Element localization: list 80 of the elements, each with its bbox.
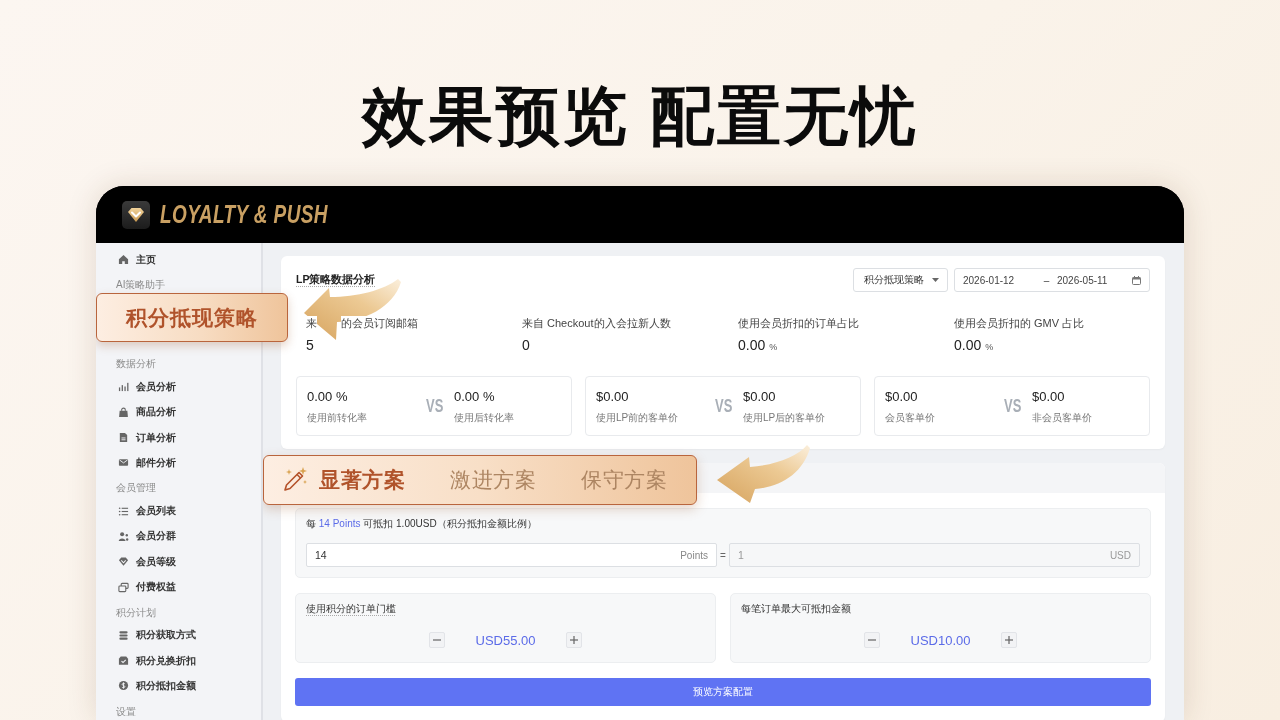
diamond-icon bbox=[118, 556, 129, 568]
sidebar-section-label: 会员管理 bbox=[115, 481, 157, 496]
mail-icon bbox=[118, 457, 129, 469]
increment-button[interactable] bbox=[566, 632, 582, 648]
vs-label: VS bbox=[1004, 395, 1022, 417]
sidebar-item[interactable]: 邮件分析 bbox=[96, 450, 261, 476]
limit-label: 使用积分的订单门槛 bbox=[306, 602, 396, 616]
sidebar-section-label: 数据分析 bbox=[115, 357, 157, 372]
metric-label: 使用后转化率 bbox=[454, 410, 514, 424]
stack-icon bbox=[118, 629, 129, 641]
ratio-description: 每 14 Points 可抵扣 1.00USD（积分抵扣金额比例） bbox=[306, 517, 538, 531]
plus-icon bbox=[1005, 636, 1013, 644]
caret-icon bbox=[932, 278, 939, 282]
metric-value: $0.00 bbox=[596, 388, 629, 405]
stat-label: 使用会员折扣的订单占比 bbox=[738, 316, 859, 330]
metric-value: $0.00 bbox=[1032, 388, 1065, 405]
coin-icon bbox=[118, 680, 129, 692]
headline: 效果预览 配置无忧 bbox=[361, 80, 919, 152]
metric-value: $0.00 bbox=[743, 388, 776, 405]
bar-chart-icon bbox=[118, 381, 129, 393]
sidebar-item[interactable]: 主页 bbox=[96, 247, 261, 273]
stat-label: 来 bbox=[306, 316, 317, 330]
list-icon bbox=[118, 505, 129, 517]
stat-value: 5 bbox=[306, 336, 315, 354]
metric-label: 会员客单价 bbox=[885, 410, 935, 424]
users-icon bbox=[118, 530, 129, 542]
sidebar-item[interactable]: 积分兑换折扣 bbox=[96, 647, 261, 674]
vs-label: VS bbox=[715, 395, 733, 417]
date-range-field[interactable]: 2026-01-12 – 2026-05-11 bbox=[954, 268, 1150, 292]
metric-label: 使用LP前的客单价 bbox=[596, 410, 679, 424]
sidebar-item[interactable]: 会员分群 bbox=[96, 523, 261, 550]
document-icon bbox=[118, 432, 129, 444]
sidebar-section-label: 积分计划 bbox=[115, 605, 157, 620]
sidebar-item[interactable]: 会员等级 bbox=[96, 549, 261, 575]
magic-pencil-icon bbox=[281, 466, 309, 494]
highlighted-menu-item[interactable]: 积分抵现策略 bbox=[96, 293, 288, 343]
stat-value: 0.00 % bbox=[954, 336, 995, 354]
minus-icon bbox=[868, 636, 876, 644]
preview-button[interactable]: 预览方案配置 bbox=[295, 678, 1151, 706]
home-icon bbox=[118, 254, 129, 266]
stat-label: 使用会员折扣的 GMV 占比 bbox=[954, 316, 1085, 330]
sidebar-item[interactable]: 积分抵扣金额 bbox=[96, 673, 261, 699]
stat-value: 0 bbox=[522, 336, 531, 354]
equals-sign: = bbox=[719, 549, 727, 561]
sidebar-item[interactable]: 积分获取方式 bbox=[96, 622, 261, 648]
plus-icon bbox=[570, 636, 578, 644]
logo-text: LOYALTY & PUSH bbox=[160, 200, 328, 229]
box-check-icon bbox=[118, 655, 129, 667]
sidebar-item[interactable]: 会员列表 bbox=[96, 498, 261, 524]
bag-icon bbox=[118, 406, 129, 418]
strategy-dropdown[interactable]: 积分抵现策略 bbox=[853, 268, 948, 292]
logo-icon bbox=[122, 200, 150, 229]
sidebar-section-label: 设置 bbox=[115, 704, 137, 719]
stat-label: 的会员订阅邮箱 bbox=[341, 316, 418, 330]
vs-label: VS bbox=[426, 395, 444, 417]
calendar-icon bbox=[1132, 275, 1141, 285]
sidebar-item[interactable]: 商品分析 bbox=[96, 399, 261, 425]
minus-icon bbox=[433, 636, 441, 644]
metric-value: 0.00 % bbox=[454, 388, 495, 405]
limit-label: 每笔订单最大可抵扣金额 bbox=[741, 602, 851, 616]
metric-label: 使用前转化率 bbox=[307, 410, 367, 424]
sidebar-item[interactable]: 会员分析 bbox=[96, 374, 261, 400]
amount-value: USD55.00 bbox=[474, 632, 537, 648]
stat-label: 来自 Checkout的入会拉新人数 bbox=[522, 316, 671, 330]
increment-button[interactable] bbox=[1001, 632, 1017, 648]
metric-label: 非会员客单价 bbox=[1032, 410, 1092, 424]
cards-icon bbox=[118, 581, 129, 593]
metric-label: 使用LP后的客单价 bbox=[743, 410, 826, 424]
sidebar-section-label: AI策略助手 bbox=[115, 278, 167, 293]
sidebar-item[interactable]: 付费权益 bbox=[96, 574, 261, 600]
sidebar-item[interactable]: 订单分析 bbox=[96, 424, 261, 451]
amount-value: USD10.00 bbox=[909, 632, 972, 648]
card-title: LP策略数据分析 bbox=[296, 273, 376, 287]
metric-value: 0.00 % bbox=[307, 388, 348, 405]
decrement-button[interactable] bbox=[429, 632, 445, 648]
plan-tab[interactable]: 显著方案 bbox=[319, 466, 405, 494]
decrement-button[interactable] bbox=[864, 632, 880, 648]
stat-value: 0.00 % bbox=[738, 336, 779, 354]
points-input[interactable]: 14 Points bbox=[306, 543, 717, 567]
metric-value: $0.00 bbox=[885, 388, 918, 405]
